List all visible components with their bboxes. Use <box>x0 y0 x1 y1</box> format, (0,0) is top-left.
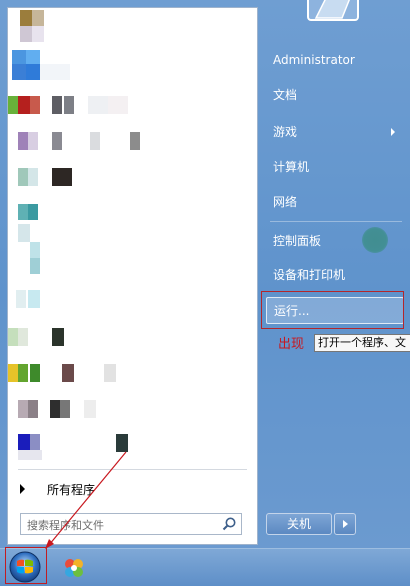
search-box[interactable] <box>20 513 242 535</box>
menu-item-label: 控制面板 <box>273 234 322 248</box>
program-item-12[interactable] <box>8 434 138 464</box>
all-programs-label: 所有程序 <box>47 482 96 497</box>
menu-item-label: 计算机 <box>273 160 310 174</box>
menu-item-user[interactable]: Administrator <box>266 47 406 73</box>
all-programs-button[interactable]: 所有程序 <box>14 476 250 502</box>
program-item-2[interactable] <box>12 50 122 84</box>
program-item-1[interactable] <box>12 10 122 44</box>
search-input[interactable] <box>25 515 219 535</box>
start-menu-program-list: 所有程序 <box>7 7 258 545</box>
search-icon[interactable] <box>221 516 237 532</box>
program-item-6[interactable] <box>16 204 76 224</box>
run-tooltip: 打开一个程序、文 <box>314 334 410 352</box>
menu-item-label: 网络 <box>273 195 298 209</box>
menu-item-computer[interactable]: 计算机 <box>266 154 406 180</box>
annotation-highlight-box <box>261 291 404 329</box>
menu-item-label: Administrator <box>273 53 355 67</box>
annotation-text: 出现 <box>278 337 305 352</box>
shutdown-options-button[interactable] <box>334 513 356 535</box>
menu-item-label: 文档 <box>273 88 298 102</box>
program-item-7[interactable] <box>16 224 76 284</box>
right-pane-separator <box>270 221 402 222</box>
menu-item-label: 设备和打印机 <box>273 268 346 282</box>
menu-item-network[interactable]: 网络 <box>266 189 406 215</box>
cursor-highlight-dot <box>362 227 388 253</box>
shutdown-button[interactable]: 关机 <box>266 513 332 535</box>
shutdown-label: 关机 <box>286 517 311 531</box>
program-item-8[interactable] <box>16 290 76 310</box>
user-picture-frame[interactable] <box>306 0 362 24</box>
menu-item-devices-printers[interactable]: 设备和打印机 <box>266 262 406 288</box>
program-item-9[interactable] <box>8 328 88 348</box>
program-item-10[interactable] <box>8 364 128 384</box>
chevron-right-icon <box>391 128 395 136</box>
menu-item-label: 游戏 <box>273 125 298 139</box>
menu-item-documents[interactable]: 文档 <box>266 82 406 108</box>
program-item-4[interactable] <box>8 132 158 154</box>
triangle-right-icon <box>20 484 25 494</box>
program-item-5[interactable] <box>16 168 96 190</box>
start-button-highlight-box <box>5 547 47 584</box>
menu-item-games[interactable]: 游戏 <box>266 119 406 145</box>
program-list-separator <box>18 469 247 470</box>
program-item-11[interactable] <box>8 400 118 420</box>
program-item-3[interactable] <box>8 96 138 118</box>
colorful-app-icon[interactable] <box>62 556 86 580</box>
